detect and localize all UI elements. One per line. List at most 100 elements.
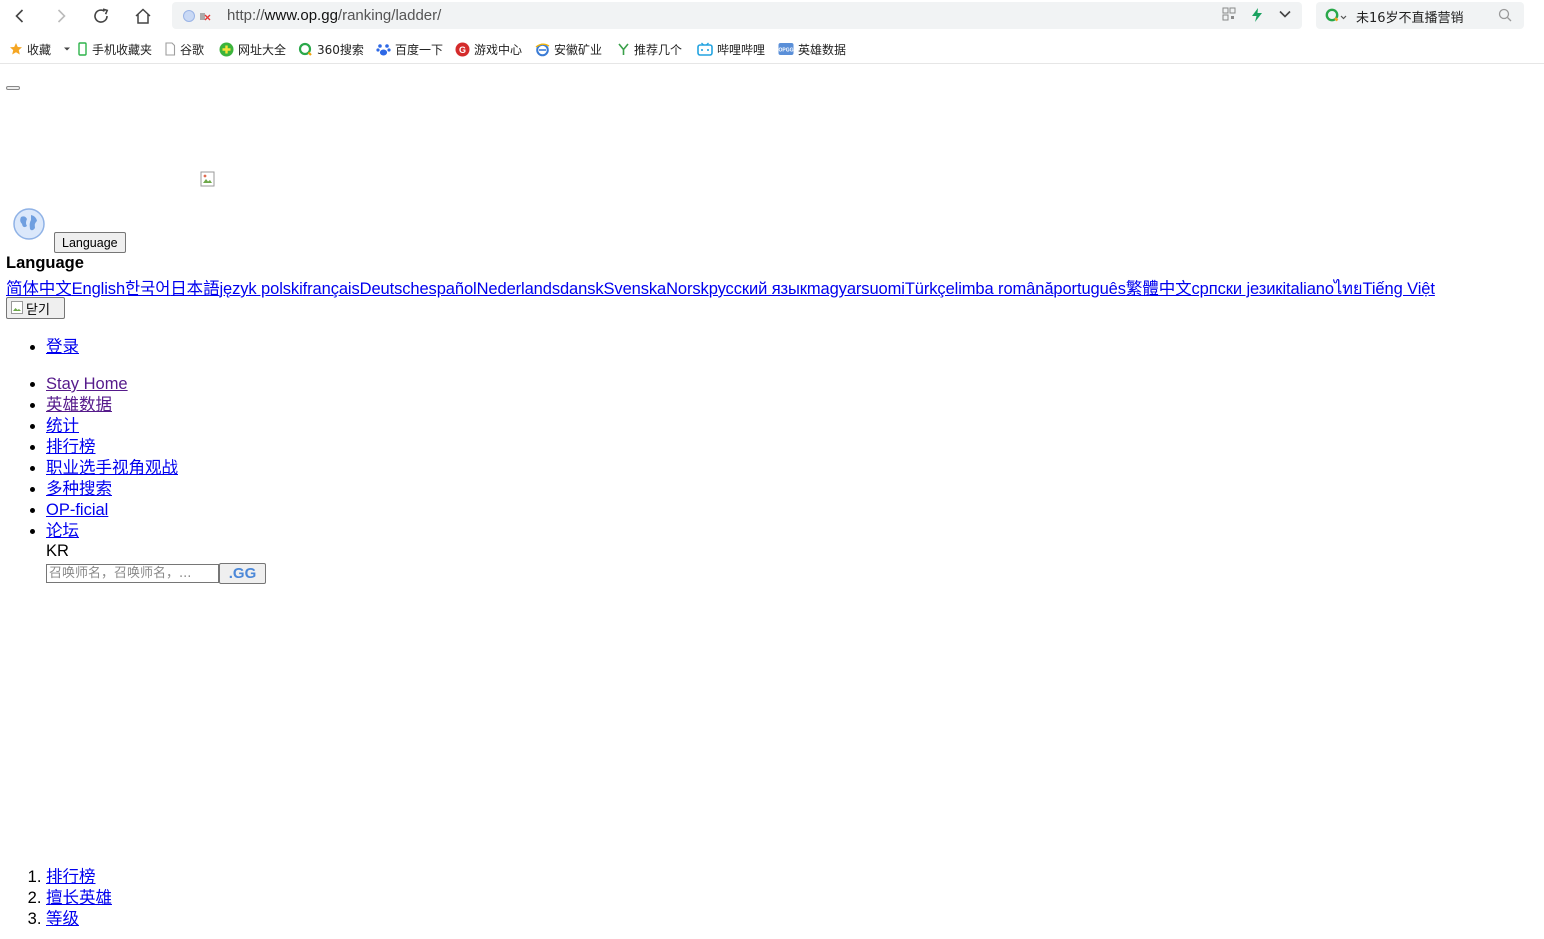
language-link-vi[interactable]: Tiếng Việt xyxy=(1362,280,1434,298)
tab-champion-mastery[interactable]: 擅长英雄 xyxy=(46,889,112,907)
list-item: 等级 xyxy=(46,909,112,930)
list-item: 统计 xyxy=(46,416,178,437)
list-item: 擅长英雄 xyxy=(46,888,112,909)
nav-link-forum[interactable]: 论坛 xyxy=(46,522,79,540)
close-button[interactable]: 닫기 xyxy=(6,297,65,319)
list-item: 排行榜 xyxy=(46,437,178,458)
svg-text:OPGG: OPGG xyxy=(778,48,793,54)
search-360-icon xyxy=(298,42,312,56)
language-link-ru[interactable]: русский язык xyxy=(709,280,807,298)
caret-down-icon xyxy=(64,47,71,51)
list-item: Stay Home xyxy=(46,374,178,395)
language-link-en[interactable]: English xyxy=(72,280,126,298)
home-icon xyxy=(135,8,151,24)
back-button[interactable] xyxy=(6,4,34,28)
language-link-pl[interactable]: język polski xyxy=(219,280,302,298)
bookmark-bilibili[interactable]: 哔哩哔哩 xyxy=(697,41,765,57)
bookmark-google[interactable]: 谷歌 xyxy=(164,41,204,57)
nav-link-champions[interactable]: 英雄数据 xyxy=(46,396,112,414)
ie-icon xyxy=(535,43,550,56)
language-link-tr[interactable]: Türkçe xyxy=(905,280,955,298)
bookmark-recommend[interactable]: 推荐几个 xyxy=(617,41,682,57)
tab-ranking[interactable]: 排行榜 xyxy=(46,868,96,886)
forward-button[interactable] xyxy=(47,4,75,28)
lightning-icon[interactable] xyxy=(1250,7,1264,23)
close-label: 닫기 xyxy=(26,301,50,317)
language-button[interactable]: Language xyxy=(54,232,126,253)
game-icon: G xyxy=(455,42,470,56)
language-link-th[interactable]: ไทย xyxy=(1334,280,1363,298)
language-link-da[interactable]: dansk xyxy=(560,280,604,298)
language-link-pt[interactable]: português xyxy=(1053,280,1126,298)
list-item: 职业选手视角观战 xyxy=(46,458,178,479)
browser-search-box[interactable]: 未16岁不直播营销 xyxy=(1316,2,1524,29)
home-button[interactable] xyxy=(129,4,157,28)
tab-level[interactable]: 等级 xyxy=(46,910,79,928)
qr-code-icon[interactable] xyxy=(1222,7,1236,21)
svg-text:G: G xyxy=(459,45,466,55)
language-link-sr[interactable]: српски језик xyxy=(1192,280,1283,298)
list-item: 多种搜索 xyxy=(46,479,178,500)
nav-link-op-ficial[interactable]: OP-ficial xyxy=(46,501,108,519)
page-content: Language Language 简体中文English한국어日本語język… xyxy=(0,64,1544,939)
nav-link-pro-spectate[interactable]: 职业选手视角观战 xyxy=(46,459,178,477)
search-engine-360-icon xyxy=(1325,8,1347,22)
not-secure-icon xyxy=(183,10,211,22)
bookmarks-bar: 收藏 手机收藏夹 谷歌 网址大全 360搜索 百度一下 G 游戏中心 安徽矿业 … xyxy=(0,34,1544,64)
star-icon xyxy=(10,43,22,55)
search-icon[interactable] xyxy=(1498,8,1512,22)
bookmark-favorites[interactable]: 收藏 xyxy=(9,41,71,57)
broken-image-icon xyxy=(11,301,23,314)
summoner-search-button[interactable]: .GG xyxy=(219,563,266,584)
bookmark-mobile-favorites[interactable]: 手机收藏夹 xyxy=(77,41,152,57)
plus-circle-icon xyxy=(219,42,234,56)
language-link-ja[interactable]: 日本語 xyxy=(170,280,219,298)
y-icon xyxy=(618,43,629,55)
bookmark-hao123[interactable]: 网址大全 xyxy=(219,41,286,57)
language-list: 简体中文English한국어日本語język polskifrançaisDeu… xyxy=(6,275,1435,302)
language-link-hu[interactable]: magyar xyxy=(807,280,862,298)
list-item: OP-ficial xyxy=(46,500,178,521)
address-tools xyxy=(1222,7,1292,23)
tv-icon xyxy=(697,42,713,56)
nav-link-ranking[interactable]: 排行榜 xyxy=(46,438,96,456)
opgg-icon: OPGG xyxy=(778,43,794,55)
page-icon xyxy=(165,42,176,56)
region-selector[interactable]: KR xyxy=(46,542,69,561)
nav-link-statistics[interactable]: 统计 xyxy=(46,417,79,435)
menu-toggle-button[interactable] xyxy=(6,86,20,90)
reload-button[interactable] xyxy=(87,4,115,28)
login-link[interactable]: 登录 xyxy=(46,338,79,356)
language-link-fr[interactable]: français xyxy=(303,280,360,298)
language-link-ro[interactable]: limba română xyxy=(955,280,1054,298)
language-link-ko[interactable]: 한국어 xyxy=(125,280,170,298)
language-link-de[interactable]: Deutsch xyxy=(360,280,420,298)
address-bar[interactable]: http://www.op.gg/ranking/ladder/ xyxy=(172,2,1302,29)
language-link-fi[interactable]: suomi xyxy=(861,280,905,298)
forward-arrow-icon xyxy=(57,9,66,23)
main-nav: Stay Home 英雄数据 统计 排行榜 职业选手视角观战 多种搜索 OP-f… xyxy=(46,374,178,542)
bookmark-anhui-mining[interactable]: 安徽矿业 xyxy=(535,41,602,57)
language-link-zh-tw[interactable]: 繁體中文 xyxy=(1126,280,1192,298)
summoner-search-input[interactable] xyxy=(46,564,219,583)
phone-icon xyxy=(78,42,87,56)
reload-icon xyxy=(94,8,109,23)
bookmark-360-search[interactable]: 360搜索 xyxy=(298,41,364,57)
list-item: 登录 xyxy=(46,337,79,358)
bookmark-baidu[interactable]: 百度一下 xyxy=(376,41,443,57)
bookmark-hero-data[interactable]: OPGG 英雄数据 xyxy=(778,41,846,57)
language-link-nl[interactable]: Nederlands xyxy=(477,280,560,298)
nav-link-multi-search[interactable]: 多种搜索 xyxy=(46,480,112,498)
bookmark-game-center[interactable]: G 游戏中心 xyxy=(455,41,522,57)
nav-link-stay-home[interactable]: Stay Home xyxy=(46,375,128,393)
language-link-no[interactable]: Norsk xyxy=(666,280,709,298)
language-heading: Language xyxy=(6,254,84,272)
list-item: 排行榜 xyxy=(46,867,112,888)
language-link-sv[interactable]: Svenska xyxy=(604,280,667,298)
language-link-zh-cn[interactable]: 简体中文 xyxy=(6,280,72,298)
globe-icon xyxy=(13,208,45,240)
language-link-it[interactable]: italiano xyxy=(1282,280,1334,298)
chevron-down-icon[interactable] xyxy=(1278,7,1292,21)
language-link-es[interactable]: español xyxy=(419,280,476,298)
browser-toolbar: http://www.op.gg/ranking/ladder/ 未16岁不直播… xyxy=(0,0,1544,33)
